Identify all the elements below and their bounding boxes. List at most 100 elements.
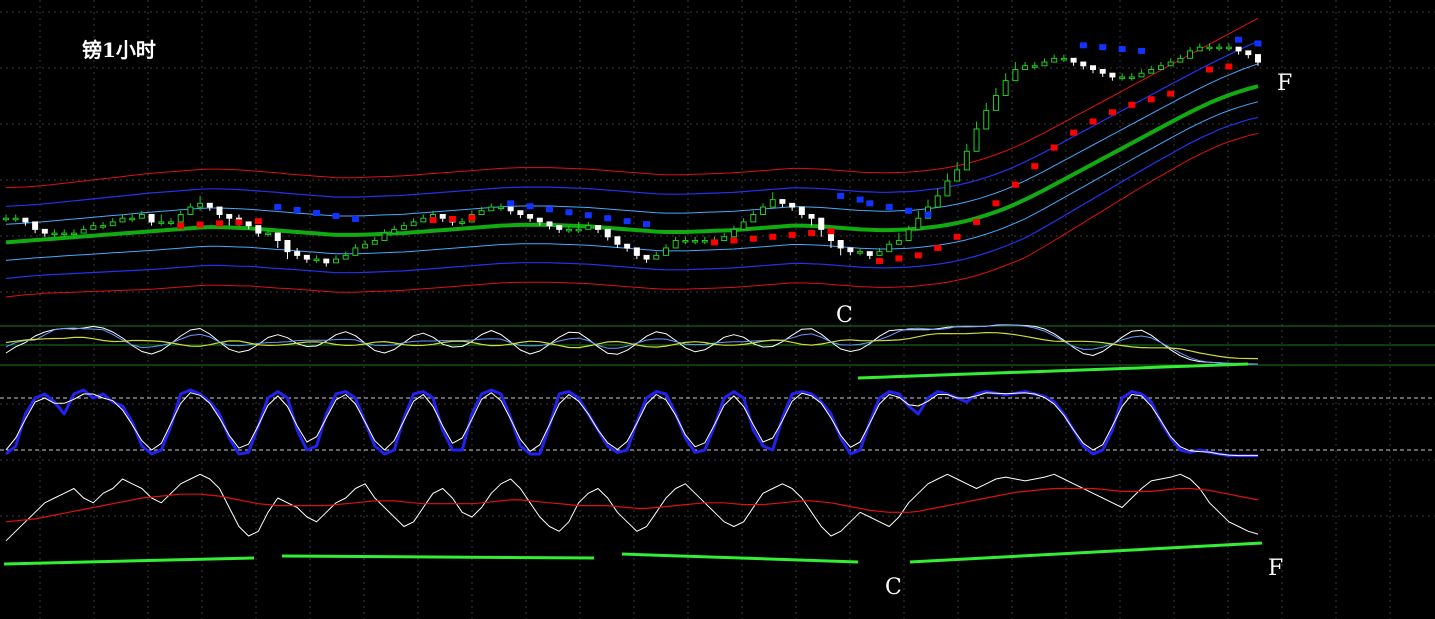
grid-lines xyxy=(0,0,1435,619)
sar-dot-up xyxy=(749,235,757,242)
candle-body xyxy=(692,240,699,243)
candle-body xyxy=(1196,46,1203,52)
trend-lines xyxy=(3,362,1263,566)
label-c-indicator: C xyxy=(885,575,902,600)
candle-body xyxy=(410,221,417,227)
sar-dot-up xyxy=(769,233,777,240)
candle-body xyxy=(750,213,757,223)
candle-body xyxy=(653,254,660,260)
chart-title: 镑1小时 xyxy=(82,38,156,62)
candle-body xyxy=(245,221,252,227)
sar-dot-up xyxy=(875,257,883,264)
candle-body xyxy=(70,232,77,236)
candle-body xyxy=(1167,61,1174,67)
candle-body xyxy=(1138,72,1145,78)
sar-dot-up xyxy=(808,230,816,237)
candle-body xyxy=(701,240,708,243)
candle-body xyxy=(847,247,854,253)
candle-body xyxy=(294,251,301,256)
sar-dot-down xyxy=(856,196,864,203)
candle-body xyxy=(109,221,116,227)
candle-body xyxy=(61,232,68,236)
sar-dot-down xyxy=(604,215,612,222)
candle-body xyxy=(730,228,737,238)
sar-dot-down xyxy=(643,221,651,228)
candle-body xyxy=(760,206,767,215)
candle-body xyxy=(1148,68,1155,74)
sar-dot-down xyxy=(866,200,874,207)
sar-dot-up xyxy=(448,215,456,222)
sar-dot-up xyxy=(953,233,961,240)
candle-body xyxy=(332,258,339,264)
candle-body xyxy=(1216,46,1223,50)
candle-body xyxy=(226,213,233,219)
candle-body xyxy=(255,225,262,234)
sar-dot-up xyxy=(1147,96,1155,103)
candle-body xyxy=(51,232,58,236)
candle-body xyxy=(265,232,272,236)
oscillator-panel-1 xyxy=(0,324,1435,366)
label-c-price: C xyxy=(836,303,853,328)
sar-dot-down xyxy=(885,204,893,211)
candle-body xyxy=(934,195,941,208)
candle-body xyxy=(1090,65,1097,70)
candle-body xyxy=(866,251,873,256)
sar-dot-down xyxy=(293,207,301,214)
candlesticks xyxy=(3,43,1261,267)
candle-body xyxy=(119,217,126,223)
sar-dot-down xyxy=(1079,42,1087,49)
candle-body xyxy=(682,240,689,243)
candle-body xyxy=(604,228,611,238)
candle-body xyxy=(662,247,669,256)
sar-dot-down xyxy=(1254,40,1262,47)
candle-body xyxy=(1109,72,1116,78)
candle-body xyxy=(381,232,388,242)
candle-body xyxy=(1070,57,1077,63)
sar-dot-up xyxy=(1070,129,1078,136)
candle-body xyxy=(187,206,194,215)
candle-body xyxy=(323,258,330,264)
candle-body xyxy=(992,95,999,111)
sar-dot-up xyxy=(914,252,922,259)
candle-body xyxy=(158,221,165,224)
candle-body xyxy=(565,228,572,232)
candle-body xyxy=(1002,80,1009,97)
candle-body xyxy=(546,221,553,227)
sar-dot-down xyxy=(1118,46,1126,53)
sar-dot-up xyxy=(254,218,262,225)
rsi-panel xyxy=(5,473,1259,542)
candle-body xyxy=(391,228,398,234)
candle-body xyxy=(1051,57,1058,63)
candle-body xyxy=(1031,65,1038,68)
rsi-ma-line xyxy=(5,487,1259,523)
candle-body xyxy=(886,243,893,253)
candle-body xyxy=(643,254,650,260)
candle-body xyxy=(789,202,796,208)
sar-dot-up xyxy=(992,200,1000,207)
candle-body xyxy=(798,206,805,215)
candle-body xyxy=(507,206,514,212)
candle-body xyxy=(954,169,961,182)
candle-body xyxy=(439,213,446,219)
candle-body xyxy=(575,228,582,232)
sar-dot-up xyxy=(710,239,718,246)
candle-body xyxy=(915,217,922,230)
sar-dot-down xyxy=(526,203,534,210)
candle-body xyxy=(177,213,184,223)
trend-line xyxy=(281,554,595,560)
candle-body xyxy=(876,251,883,256)
candle-body xyxy=(944,180,951,197)
band-mid-lower xyxy=(5,116,1259,279)
stochastic-panel xyxy=(0,388,1435,458)
sar-dot-up xyxy=(468,214,476,221)
candle-body xyxy=(818,217,825,230)
trend-line xyxy=(621,552,859,564)
candle-body xyxy=(80,228,87,234)
candle-body xyxy=(905,228,912,242)
moving-average-line xyxy=(5,84,1259,245)
sar-dot-up xyxy=(1128,101,1136,108)
sar-dot-up xyxy=(1050,144,1058,151)
candle-body xyxy=(1080,61,1087,67)
sar-dot-down xyxy=(1099,44,1107,51)
candle-body xyxy=(138,213,145,219)
